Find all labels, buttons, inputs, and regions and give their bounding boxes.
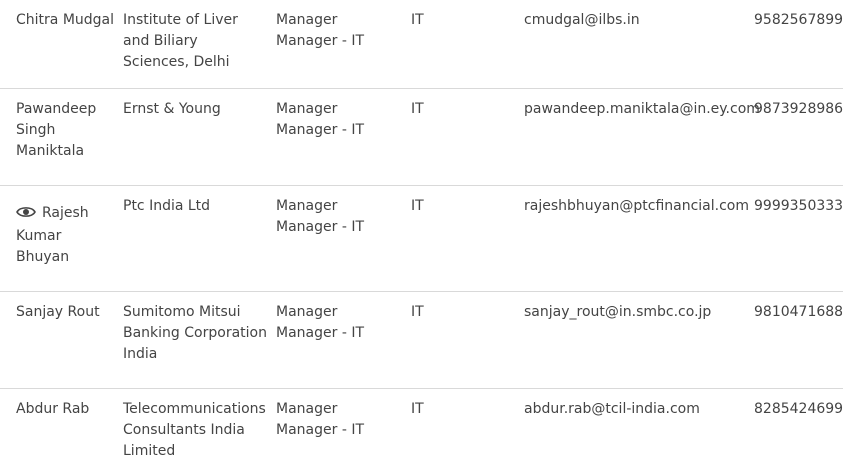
- table-row: Abdur Rab Telecommunications Consultants…: [0, 389, 843, 475]
- contact-title: Manager Manager - IT: [276, 302, 401, 344]
- contact-role: Manager - IT: [276, 33, 364, 49]
- contact-department: IT: [411, 12, 424, 28]
- contact-name: Sanjay Rout: [16, 304, 100, 320]
- contact-designation: Manager: [276, 198, 338, 214]
- table-row: Chitra Mudgal Institute of Liver and Bil…: [0, 0, 843, 89]
- contact-designation: Manager: [276, 401, 338, 417]
- contact-name: Chitra Mudgal: [16, 12, 115, 28]
- table-row: Sanjay Rout Sumitomo Mitsui Banking Corp…: [0, 292, 843, 389]
- contact-email: abdur.rab@tcil-india.com: [524, 401, 700, 417]
- contact-organization: Ptc India Ltd: [123, 198, 211, 214]
- contact-phone: 9582567899: [754, 12, 843, 28]
- contact-title: Manager Manager - IT: [276, 10, 401, 52]
- contact-title: Manager Manager - IT: [276, 399, 401, 441]
- contact-department: IT: [411, 101, 424, 117]
- contact-organization: Sumitomo Mitsui Banking Corporation Indi…: [123, 304, 267, 362]
- contact-phone: 9873928986: [754, 101, 843, 117]
- table-row: Rajesh Kumar Bhuyan Ptc India Ltd Manage…: [0, 186, 843, 292]
- contact-designation: Manager: [276, 304, 338, 320]
- contact-designation: Manager: [276, 101, 338, 117]
- contact-phone: 8285424699: [754, 401, 843, 417]
- contact-name-cell: Rajesh Kumar Bhuyan: [16, 203, 116, 268]
- contact-name: Pawandeep Singh Maniktala: [16, 101, 97, 159]
- contact-role: Manager - IT: [276, 219, 364, 235]
- eye-icon[interactable]: [16, 205, 36, 226]
- table-row: Pawandeep Singh Maniktala Ernst & Young …: [0, 89, 843, 186]
- contact-designation: Manager: [276, 12, 338, 28]
- contact-email: rajeshbhuyan@ptcfinancial.com: [524, 198, 749, 214]
- contact-organization: Ernst & Young: [123, 101, 221, 117]
- contact-title: Manager Manager - IT: [276, 196, 401, 238]
- contact-email: cmudgal@ilbs.in: [524, 12, 640, 28]
- contact-name: Abdur Rab: [16, 401, 90, 417]
- contact-role: Manager - IT: [276, 122, 364, 138]
- contact-title: Manager Manager - IT: [276, 99, 401, 141]
- contact-department: IT: [411, 401, 424, 417]
- contact-department: IT: [411, 304, 424, 320]
- contact-phone: 9999350333: [754, 198, 843, 214]
- contact-email: pawandeep.maniktala@in.ey.com: [524, 101, 760, 117]
- contact-organization: Institute of Liver and Biliary Sciences,…: [123, 12, 238, 70]
- contact-phone: 9810471688: [754, 304, 843, 320]
- contact-organization: Telecommunications Consultants India Lim…: [123, 401, 266, 459]
- contact-role: Manager - IT: [276, 422, 364, 438]
- contact-role: Manager - IT: [276, 325, 364, 341]
- contact-department: IT: [411, 198, 424, 214]
- contact-email: sanjay_rout@in.smbc.co.jp: [524, 304, 712, 320]
